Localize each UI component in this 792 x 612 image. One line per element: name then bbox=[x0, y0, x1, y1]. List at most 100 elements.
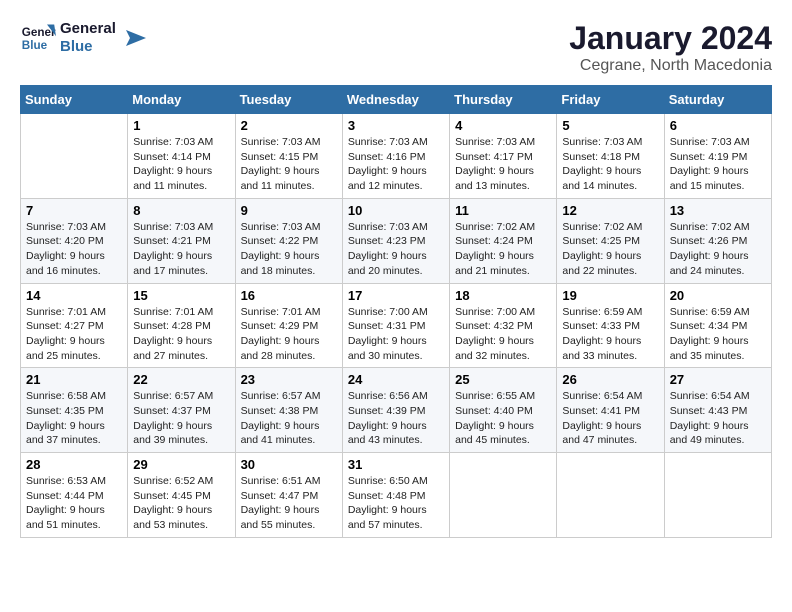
day-info: Sunrise: 7:03 AM Sunset: 4:21 PM Dayligh… bbox=[133, 220, 229, 279]
logo-general-text: General bbox=[60, 20, 116, 38]
day-number: 16 bbox=[241, 288, 337, 303]
day-number: 28 bbox=[26, 457, 122, 472]
day-number: 9 bbox=[241, 203, 337, 218]
day-number: 18 bbox=[455, 288, 551, 303]
day-header-monday: Monday bbox=[128, 86, 235, 114]
day-info: Sunrise: 6:55 AM Sunset: 4:40 PM Dayligh… bbox=[455, 389, 551, 448]
calendar-cell: 14 Sunrise: 7:01 AM Sunset: 4:27 PM Dayli… bbox=[21, 283, 128, 368]
day-header-sunday: Sunday bbox=[21, 86, 128, 114]
day-number: 15 bbox=[133, 288, 229, 303]
day-info: Sunrise: 7:03 AM Sunset: 4:14 PM Dayligh… bbox=[133, 135, 229, 194]
day-info: Sunrise: 7:03 AM Sunset: 4:17 PM Dayligh… bbox=[455, 135, 551, 194]
logo-icon: General Blue bbox=[20, 20, 56, 56]
logo-arrow-icon bbox=[120, 24, 148, 52]
calendar-cell bbox=[557, 453, 664, 538]
day-number: 12 bbox=[562, 203, 658, 218]
calendar-cell: 19 Sunrise: 6:59 AM Sunset: 4:33 PM Dayli… bbox=[557, 283, 664, 368]
day-number: 1 bbox=[133, 118, 229, 133]
month-title: January 2024 bbox=[569, 20, 772, 57]
day-info: Sunrise: 6:59 AM Sunset: 4:33 PM Dayligh… bbox=[562, 305, 658, 364]
calendar-cell: 31 Sunrise: 6:50 AM Sunset: 4:48 PM Dayli… bbox=[342, 453, 449, 538]
calendar-week-4: 21Sunrise: 6:58 AM Sunset: 4:35 PM Dayli… bbox=[21, 368, 772, 453]
day-number: 7 bbox=[26, 203, 122, 218]
calendar-cell: 24 Sunrise: 6:56 AM Sunset: 4:39 PM Dayli… bbox=[342, 368, 449, 453]
calendar-cell: 3Sunrise: 7:03 AM Sunset: 4:16 PM Daylig… bbox=[342, 114, 449, 199]
calendar-cell: 16 Sunrise: 7:01 AM Sunset: 4:29 PM Dayli… bbox=[235, 283, 342, 368]
day-info: Sunrise: 7:03 AM Sunset: 4:22 PM Dayligh… bbox=[241, 220, 337, 279]
day-number: 8 bbox=[133, 203, 229, 218]
calendar-cell: 11Sunrise: 7:02 AM Sunset: 4:24 PM Dayli… bbox=[450, 198, 557, 283]
calendar-table: SundayMondayTuesdayWednesdayThursdayFrid… bbox=[20, 85, 772, 538]
day-number: 6 bbox=[670, 118, 766, 133]
day-number: 14 bbox=[26, 288, 122, 303]
calendar-cell: 6 Sunrise: 7:03 AM Sunset: 4:19 PM Daylig… bbox=[664, 114, 771, 199]
title-block: January 2024 Cegrane, North Macedonia bbox=[569, 20, 772, 75]
calendar-cell: 28 Sunrise: 6:53 AM Sunset: 4:44 PM Dayli… bbox=[21, 453, 128, 538]
day-info: Sunrise: 6:50 AM Sunset: 4:48 PM Dayligh… bbox=[348, 474, 444, 533]
day-header-friday: Friday bbox=[557, 86, 664, 114]
day-number: 10 bbox=[348, 203, 444, 218]
day-number: 4 bbox=[455, 118, 551, 133]
day-info: Sunrise: 7:03 AM Sunset: 4:19 PM Dayligh… bbox=[670, 135, 766, 194]
day-info: Sunrise: 7:03 AM Sunset: 4:15 PM Dayligh… bbox=[241, 135, 337, 194]
day-number: 23 bbox=[241, 372, 337, 387]
calendar-cell bbox=[21, 114, 128, 199]
day-number: 2 bbox=[241, 118, 337, 133]
day-info: Sunrise: 6:52 AM Sunset: 4:45 PM Dayligh… bbox=[133, 474, 229, 533]
day-header-thursday: Thursday bbox=[450, 86, 557, 114]
calendar-body: 1 Sunrise: 7:03 AM Sunset: 4:14 PM Daylig… bbox=[21, 114, 772, 538]
calendar-week-2: 7Sunrise: 7:03 AM Sunset: 4:20 PM Daylig… bbox=[21, 198, 772, 283]
day-info: Sunrise: 6:57 AM Sunset: 4:38 PM Dayligh… bbox=[241, 389, 337, 448]
calendar-cell: 12 Sunrise: 7:02 AM Sunset: 4:25 PM Dayli… bbox=[557, 198, 664, 283]
day-number: 11 bbox=[455, 203, 551, 218]
day-info: Sunrise: 7:01 AM Sunset: 4:29 PM Dayligh… bbox=[241, 305, 337, 364]
calendar-cell: 4 Sunrise: 7:03 AM Sunset: 4:17 PM Daylig… bbox=[450, 114, 557, 199]
calendar-cell bbox=[664, 453, 771, 538]
calendar-cell: 22 Sunrise: 6:57 AM Sunset: 4:37 PM Dayli… bbox=[128, 368, 235, 453]
day-number: 19 bbox=[562, 288, 658, 303]
day-info: Sunrise: 7:00 AM Sunset: 4:32 PM Dayligh… bbox=[455, 305, 551, 364]
day-info: Sunrise: 7:01 AM Sunset: 4:28 PM Dayligh… bbox=[133, 305, 229, 364]
calendar-cell: 10 Sunrise: 7:03 AM Sunset: 4:23 PM Dayli… bbox=[342, 198, 449, 283]
calendar-cell: 2 Sunrise: 7:03 AM Sunset: 4:15 PM Daylig… bbox=[235, 114, 342, 199]
day-info: Sunrise: 6:53 AM Sunset: 4:44 PM Dayligh… bbox=[26, 474, 122, 533]
day-number: 20 bbox=[670, 288, 766, 303]
logo: General Blue General Blue bbox=[20, 20, 148, 56]
logo-blue-text: Blue bbox=[60, 38, 116, 56]
day-number: 31 bbox=[348, 457, 444, 472]
day-info: Sunrise: 7:00 AM Sunset: 4:31 PM Dayligh… bbox=[348, 305, 444, 364]
calendar-cell bbox=[450, 453, 557, 538]
day-info: Sunrise: 7:03 AM Sunset: 4:23 PM Dayligh… bbox=[348, 220, 444, 279]
day-number: 22 bbox=[133, 372, 229, 387]
calendar-cell: 23 Sunrise: 6:57 AM Sunset: 4:38 PM Dayli… bbox=[235, 368, 342, 453]
day-info: Sunrise: 7:01 AM Sunset: 4:27 PM Dayligh… bbox=[26, 305, 122, 364]
day-number: 5 bbox=[562, 118, 658, 133]
page-header: General Blue General Blue January 2024 C… bbox=[20, 20, 772, 75]
calendar-week-1: 1 Sunrise: 7:03 AM Sunset: 4:14 PM Daylig… bbox=[21, 114, 772, 199]
calendar-cell: 18 Sunrise: 7:00 AM Sunset: 4:32 PM Dayli… bbox=[450, 283, 557, 368]
day-header-saturday: Saturday bbox=[664, 86, 771, 114]
day-info: Sunrise: 6:54 AM Sunset: 4:43 PM Dayligh… bbox=[670, 389, 766, 448]
day-info: Sunrise: 6:51 AM Sunset: 4:47 PM Dayligh… bbox=[241, 474, 337, 533]
calendar-cell: 8 Sunrise: 7:03 AM Sunset: 4:21 PM Daylig… bbox=[128, 198, 235, 283]
day-header-tuesday: Tuesday bbox=[235, 86, 342, 114]
calendar-cell: 30 Sunrise: 6:51 AM Sunset: 4:47 PM Dayli… bbox=[235, 453, 342, 538]
calendar-cell: 9 Sunrise: 7:03 AM Sunset: 4:22 PM Daylig… bbox=[235, 198, 342, 283]
day-number: 26 bbox=[562, 372, 658, 387]
day-info: Sunrise: 6:54 AM Sunset: 4:41 PM Dayligh… bbox=[562, 389, 658, 448]
day-info: Sunrise: 6:56 AM Sunset: 4:39 PM Dayligh… bbox=[348, 389, 444, 448]
day-info: Sunrise: 6:57 AM Sunset: 4:37 PM Dayligh… bbox=[133, 389, 229, 448]
calendar-cell: 26 Sunrise: 6:54 AM Sunset: 4:41 PM Dayli… bbox=[557, 368, 664, 453]
day-number: 24 bbox=[348, 372, 444, 387]
calendar-header-row: SundayMondayTuesdayWednesdayThursdayFrid… bbox=[21, 86, 772, 114]
calendar-cell: 1 Sunrise: 7:03 AM Sunset: 4:14 PM Daylig… bbox=[128, 114, 235, 199]
day-number: 30 bbox=[241, 457, 337, 472]
day-info: Sunrise: 6:59 AM Sunset: 4:34 PM Dayligh… bbox=[670, 305, 766, 364]
day-info: Sunrise: 7:03 AM Sunset: 4:18 PM Dayligh… bbox=[562, 135, 658, 194]
calendar-week-3: 14 Sunrise: 7:01 AM Sunset: 4:27 PM Dayli… bbox=[21, 283, 772, 368]
day-info: Sunrise: 7:02 AM Sunset: 4:25 PM Dayligh… bbox=[562, 220, 658, 279]
day-number: 17 bbox=[348, 288, 444, 303]
calendar-cell: 20 Sunrise: 6:59 AM Sunset: 4:34 PM Dayli… bbox=[664, 283, 771, 368]
day-number: 13 bbox=[670, 203, 766, 218]
calendar-cell: 21Sunrise: 6:58 AM Sunset: 4:35 PM Dayli… bbox=[21, 368, 128, 453]
